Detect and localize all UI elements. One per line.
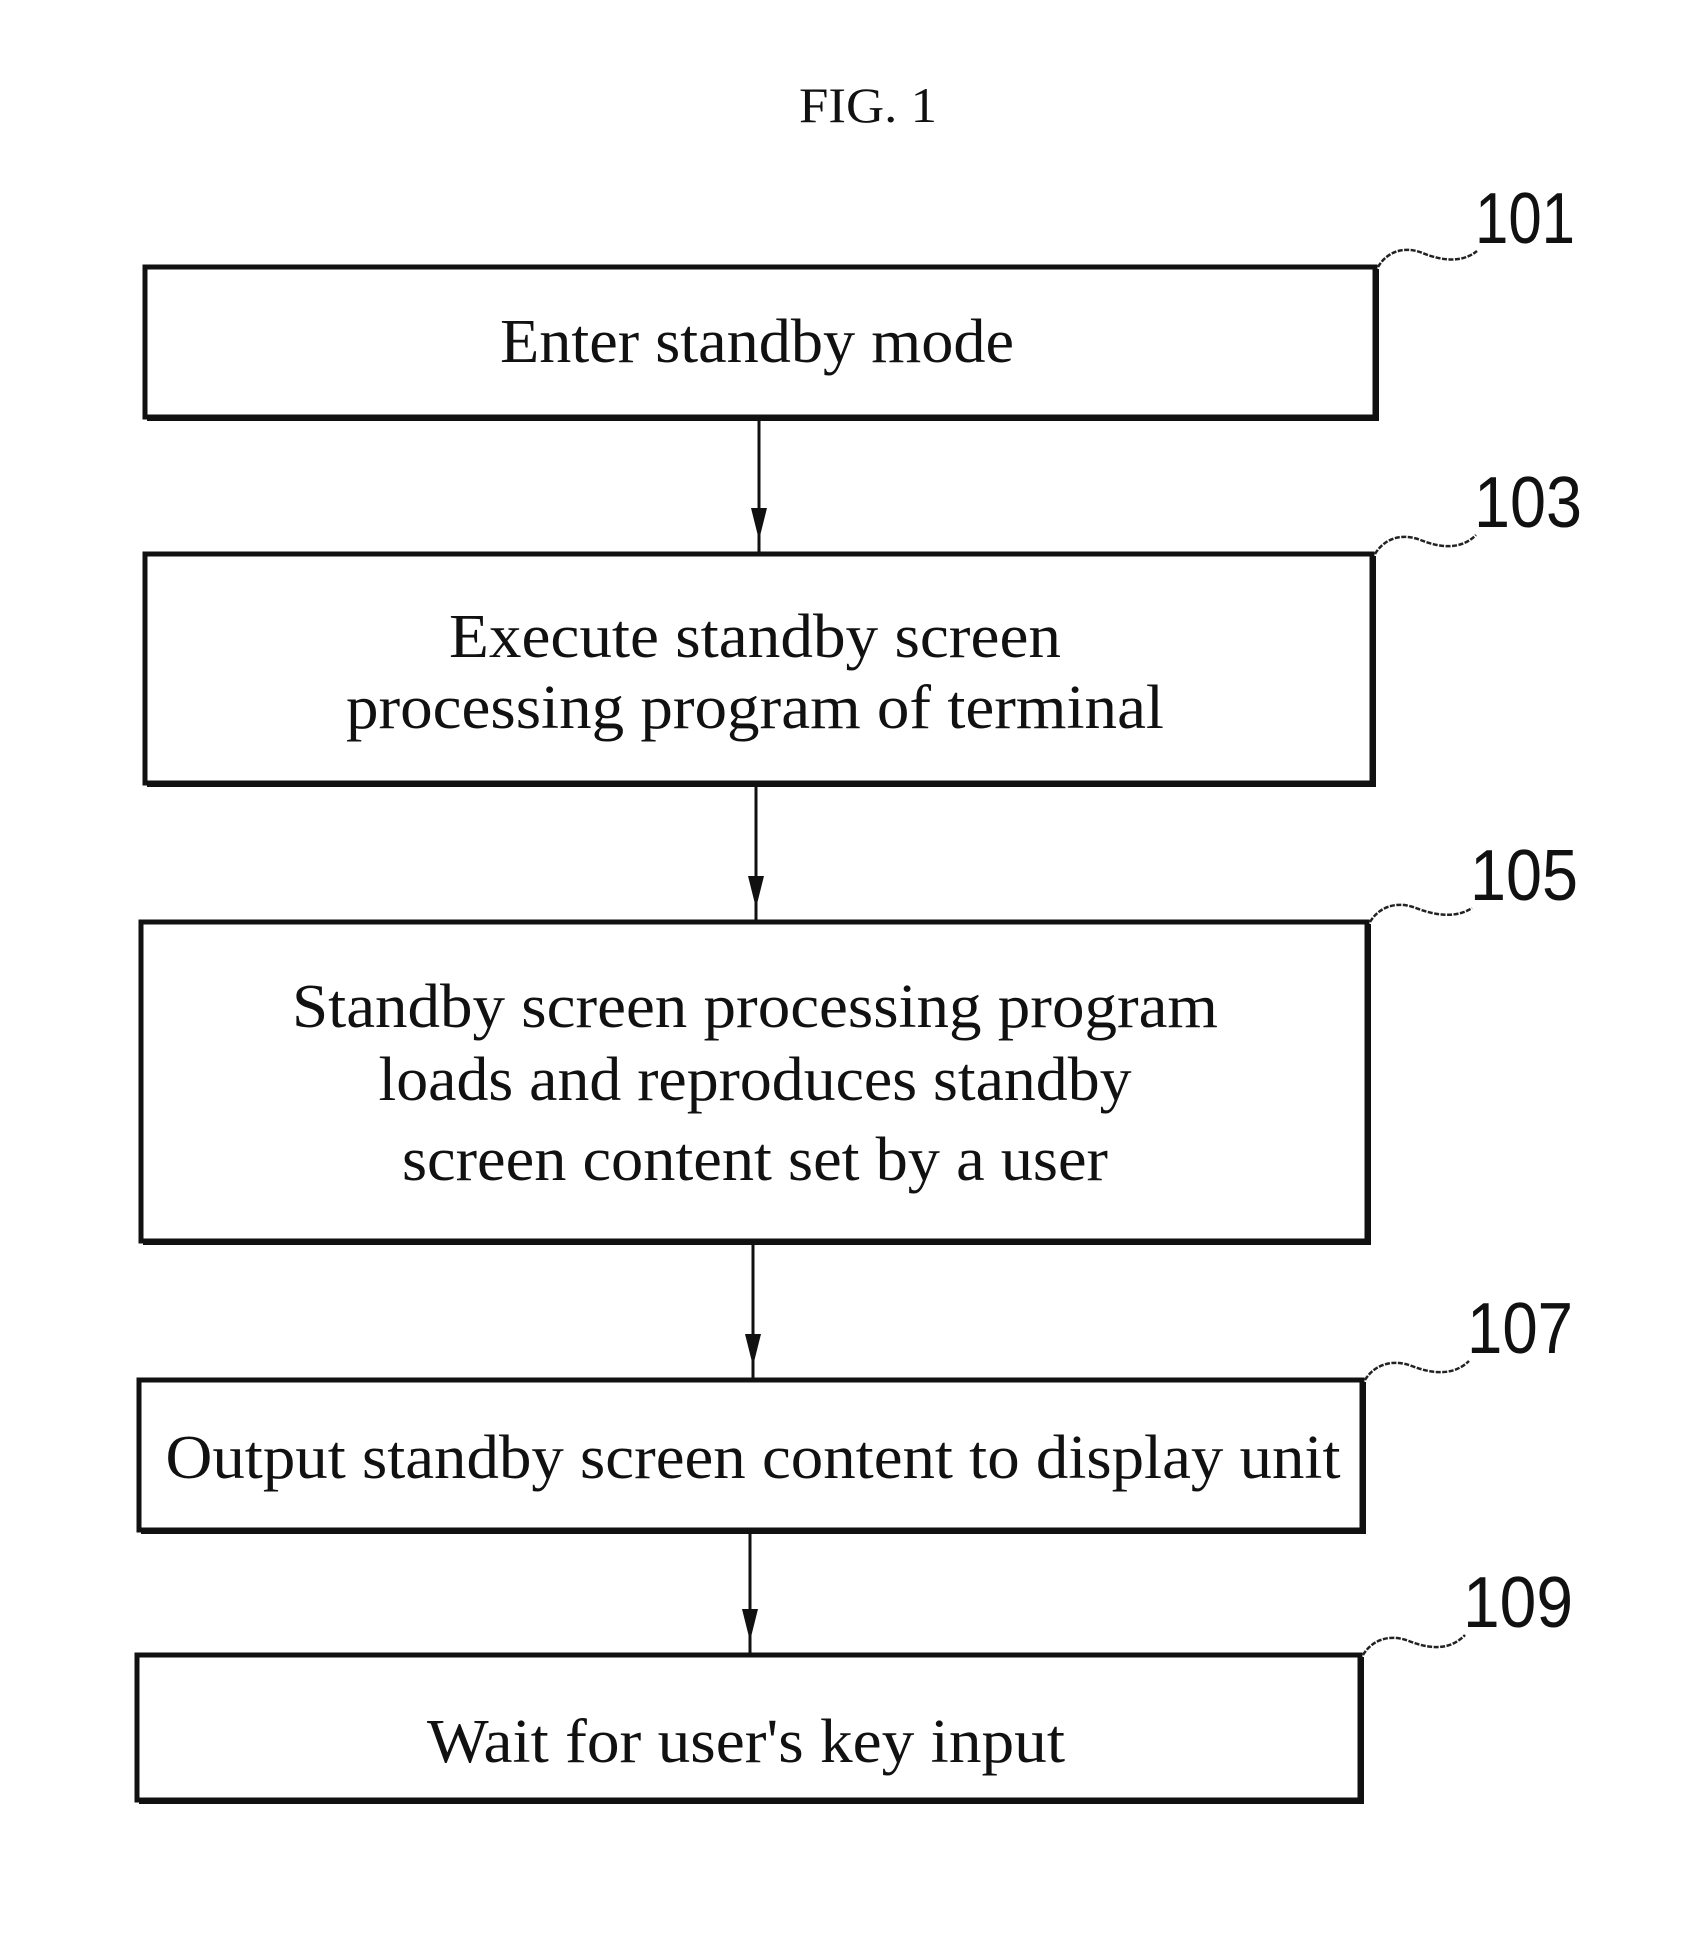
step-text-line: Wait for user's key input: [427, 1708, 1065, 1776]
arrow-head-icon: [751, 508, 767, 540]
flow-arrow-105-to-107: [745, 1243, 761, 1380]
leader-line: [1373, 534, 1477, 555]
flowchart-figure: FIG. 1 Enter standby mode 101 Execute stan…: [134, 77, 1582, 1804]
steps-layer: Enter standby mode 101 Execute standby scr…: [134, 179, 1582, 1804]
step-box-101: Enter standby mode 101: [142, 179, 1575, 421]
step-box-107: Output standby screen content to display…: [136, 1289, 1573, 1534]
arrow-head-icon: [745, 1334, 761, 1366]
step-box-103: Execute standby screenprocessing program…: [142, 463, 1582, 787]
flow-arrow-103-to-105: [748, 785, 764, 922]
reference-numeral: 103: [1474, 463, 1582, 543]
leader-line: [1361, 1634, 1466, 1656]
step-text-line: Standby screen processing program: [292, 973, 1218, 1041]
leader-line: [1363, 1360, 1470, 1381]
arrow-head-icon: [748, 876, 764, 908]
step-text-line: Enter standby mode: [500, 308, 1014, 376]
step-text-line: processing program of terminal: [346, 674, 1164, 742]
step-text-line: screen content set by a user: [402, 1126, 1108, 1194]
step-box-105: Standby screen processing programloads a…: [138, 836, 1578, 1245]
step-box-109: Wait for user's key input 109: [134, 1563, 1573, 1804]
flow-arrow-107-to-109: [742, 1532, 758, 1655]
arrow-head-icon: [742, 1609, 758, 1641]
step-text-line: Execute standby screen: [449, 603, 1061, 671]
flow-arrow-101-to-103: [751, 419, 767, 554]
step-text-line: Output standby screen content to display…: [166, 1424, 1341, 1492]
figure-title: FIG. 1: [799, 77, 937, 133]
leader-line: [1368, 903, 1473, 923]
reference-numeral: 101: [1475, 179, 1575, 259]
reference-numeral: 109: [1463, 1563, 1573, 1643]
reference-numeral: 105: [1470, 836, 1578, 916]
leader-line: [1376, 248, 1478, 268]
step-text-line: loads and reproduces standby: [379, 1046, 1132, 1114]
reference-numeral: 107: [1467, 1289, 1573, 1369]
